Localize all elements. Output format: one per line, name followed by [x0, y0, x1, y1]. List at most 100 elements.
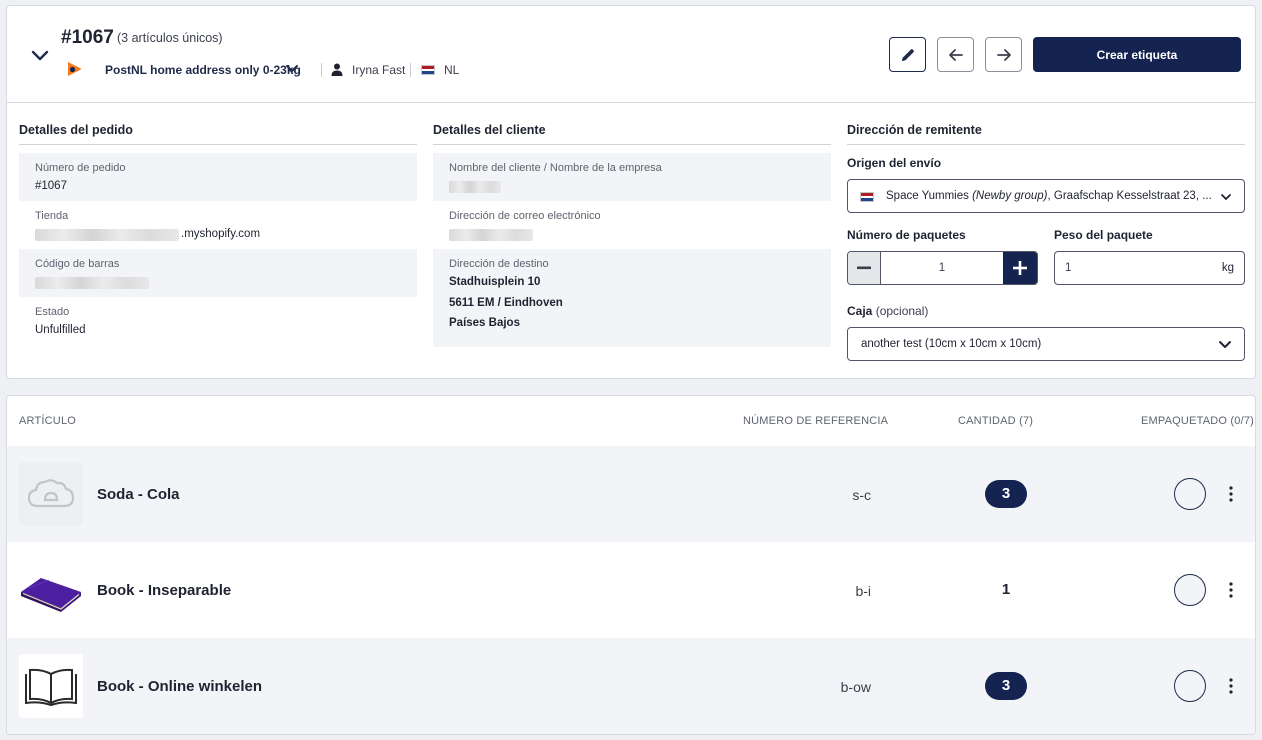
- pencil-icon: [901, 48, 914, 61]
- next-order-button[interactable]: [985, 37, 1022, 72]
- divider: [410, 63, 411, 77]
- redacted-store-name: [35, 229, 179, 241]
- origin-name: Space Yummies: [886, 190, 969, 202]
- kebab-menu-icon[interactable]: [1226, 676, 1236, 696]
- item-reference: b-i: [855, 583, 871, 599]
- box-optional: (opcional): [875, 304, 929, 318]
- address-line-1: Stadhuisplein 10: [449, 276, 541, 288]
- divider: [19, 144, 417, 145]
- divider: [321, 63, 322, 77]
- product-thumbnail: [19, 654, 83, 718]
- create-label-button[interactable]: Crear etiqueta: [1033, 37, 1241, 72]
- origin-address: , Graafschap Kesselstraat 23, ...: [1047, 190, 1212, 202]
- customer-details-title: Detalles del cliente: [433, 123, 546, 137]
- header-reference: NÚMERO DE REFERENCIA: [743, 415, 889, 427]
- netherlands-flag-icon: [421, 65, 435, 75]
- packages-input[interactable]: 1: [881, 262, 1003, 274]
- table-row: Book - Inseparable b-i 1: [7, 542, 1255, 638]
- weight-field[interactable]: 1 kg: [1054, 251, 1245, 285]
- edit-button[interactable]: [889, 37, 926, 72]
- open-book-icon: [25, 668, 77, 706]
- country-code: NL: [444, 63, 460, 77]
- packed-toggle[interactable]: [1174, 574, 1206, 606]
- customer-name-label: Nombre del cliente / Nombre de la empres…: [449, 162, 662, 174]
- redacted-customer-name: [449, 181, 501, 193]
- chevron-down-icon[interactable]: [29, 48, 51, 64]
- weight-input[interactable]: 1: [1065, 262, 1071, 274]
- item-name: Soda - Cola: [97, 486, 180, 503]
- netherlands-flag-icon: [860, 192, 874, 202]
- box-select[interactable]: another test (10cm x 10cm x 10cm): [847, 327, 1245, 361]
- kebab-menu-icon[interactable]: [1226, 580, 1236, 600]
- origin-label: Origen del envío: [847, 156, 942, 170]
- assigned-user: Iryna Fast: [352, 63, 406, 77]
- packed-toggle[interactable]: [1174, 478, 1206, 510]
- box-label: Caja (opcional): [847, 304, 928, 318]
- barcode-field: Código de barras: [19, 249, 417, 297]
- cloud-placeholder-icon: [27, 479, 75, 508]
- order-details-title: Detalles del pedido: [19, 123, 133, 137]
- order-number-field: Número de pedido #1067: [19, 153, 417, 201]
- weight-label: Peso del paquete: [1054, 228, 1153, 242]
- chevron-down-icon: [1221, 194, 1231, 200]
- header-article: ARTÍCULO: [19, 415, 77, 427]
- store-domain: .myshopify.com: [181, 228, 261, 240]
- origin-value: Space Yummies (Newby group), Graafschap …: [886, 190, 1212, 202]
- plus-icon: [1013, 261, 1027, 275]
- divider: [847, 144, 1245, 145]
- divider: [433, 144, 831, 145]
- product-thumbnail: [19, 558, 83, 622]
- status-value: Unfulfilled: [35, 324, 86, 336]
- item-name: Book - Inseparable: [97, 582, 232, 599]
- quantity-badge: 3: [985, 672, 1027, 700]
- destination-address-field: Dirección de destino Stadhuisplein 10 56…: [433, 249, 831, 347]
- purple-book-image: [21, 578, 81, 612]
- chevron-down-icon[interactable]: [285, 63, 299, 75]
- address-line-3: Países Bajos: [449, 317, 520, 329]
- carrier-select[interactable]: PostNL home address only 0-23kg: [105, 63, 301, 77]
- order-card: #1067 (3 artículos únicos) PostNL home a…: [6, 5, 1256, 379]
- origin-select[interactable]: Space Yummies (Newby group), Graafschap …: [847, 179, 1245, 213]
- sender-address-title: Dirección de remitente: [847, 123, 982, 137]
- header-quantity: CANTIDAD (7): [958, 415, 1034, 427]
- destination-label: Dirección de destino: [449, 258, 549, 270]
- weight-unit: kg: [1221, 262, 1234, 274]
- quantity-value: 1: [1001, 581, 1011, 598]
- order-header: #1067 (3 artículos únicos) PostNL home a…: [7, 6, 1255, 103]
- packages-stepper: 1: [847, 251, 1038, 285]
- postnl-logo-icon: [68, 62, 81, 76]
- decrement-button[interactable]: [848, 252, 881, 284]
- item-reference: s-c: [852, 487, 871, 503]
- kebab-menu-icon[interactable]: [1226, 484, 1236, 504]
- minus-icon: [857, 266, 871, 270]
- status-field: Estado Unfulfilled: [19, 297, 417, 345]
- store-label: Tienda: [35, 210, 69, 222]
- items-card: ARTÍCULO NÚMERO DE REFERENCIA CANTIDAD (…: [6, 395, 1256, 735]
- address-line-2: 5611 EM / Eindhoven: [449, 297, 563, 309]
- status-label: Estado: [35, 306, 70, 318]
- redacted-email: [449, 229, 533, 241]
- packed-toggle[interactable]: [1174, 670, 1206, 702]
- order-number: #1067: [61, 27, 114, 48]
- quantity-badge: 3: [985, 480, 1027, 508]
- order-subtitle: (3 artículos únicos): [117, 31, 223, 45]
- email-field: Dirección de correo electrónico: [433, 201, 831, 249]
- item-name: Book - Online winkelen: [97, 678, 263, 695]
- item-reference: b-ow: [840, 679, 871, 695]
- increment-button[interactable]: [1003, 252, 1037, 284]
- header-packed: EMPAQUETADO (0/7): [1141, 415, 1255, 427]
- packages-label: Número de paquetes: [847, 228, 966, 242]
- arrow-right-icon: [996, 48, 1011, 61]
- user-icon: [331, 63, 343, 76]
- order-number-label: Número de pedido: [35, 162, 126, 174]
- chevron-down-icon: [1219, 341, 1231, 348]
- table-row: Soda - Cola s-c 3: [7, 446, 1255, 542]
- origin-group: (Newby group): [972, 190, 1048, 202]
- arrow-left-icon: [948, 48, 963, 61]
- customer-name-field: Nombre del cliente / Nombre de la empres…: [433, 153, 831, 201]
- box-label-text: Caja: [847, 304, 873, 318]
- product-thumbnail: [19, 462, 83, 526]
- redacted-barcode: [35, 277, 149, 289]
- order-number-value: #1067: [35, 180, 67, 192]
- previous-order-button[interactable]: [937, 37, 974, 72]
